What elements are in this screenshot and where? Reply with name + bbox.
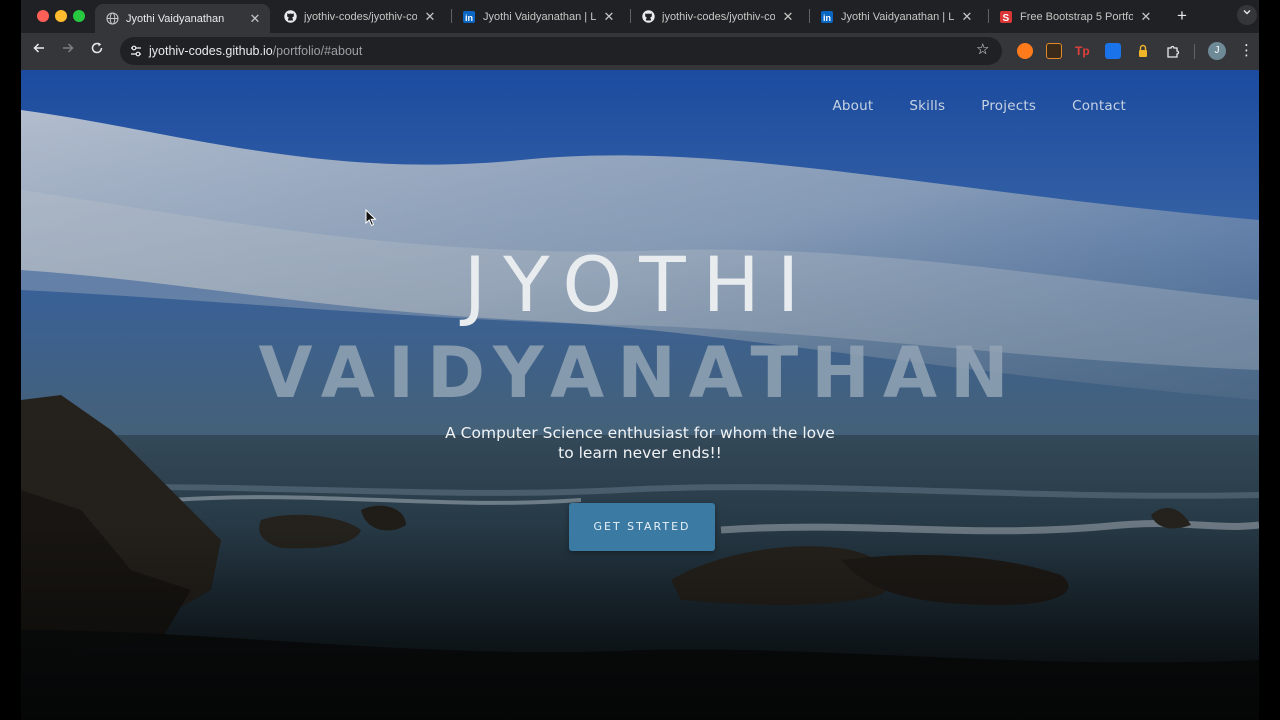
nav-link-contact[interactable]: Contact bbox=[1072, 98, 1126, 114]
more-menu-icon[interactable]: ⋮ bbox=[1239, 42, 1254, 60]
tab-title: Jyothi Vaidyanathan bbox=[126, 12, 225, 25]
mouse-cursor-icon bbox=[365, 209, 377, 227]
lock-extension-icon[interactable] bbox=[1135, 43, 1151, 59]
url-host: jyothiv-codes.github.io bbox=[149, 44, 273, 58]
close-icon[interactable]: ✕ bbox=[248, 11, 262, 26]
site-nav: About Skills Projects Contact bbox=[796, 98, 1126, 114]
tab-title: Jyothi Vaidyanathan | Link bbox=[841, 10, 954, 23]
forward-button[interactable] bbox=[58, 41, 78, 61]
toolbar-divider bbox=[1194, 44, 1195, 59]
github-icon bbox=[641, 10, 655, 24]
reload-icon bbox=[91, 42, 103, 54]
chevron-down-icon bbox=[1243, 10, 1251, 15]
hero-tagline: A Computer Science enthusiast for whom t… bbox=[445, 424, 835, 462]
window-close-button[interactable] bbox=[37, 10, 49, 22]
new-tab-button[interactable]: + bbox=[1172, 6, 1192, 26]
site-info-icon[interactable] bbox=[128, 43, 144, 59]
back-button[interactable] bbox=[29, 41, 49, 61]
tab-github-2[interactable]: jyothiv-codes/jyothiv-cod ✕ bbox=[631, 4, 803, 29]
tab-portfolio[interactable]: Jyothi Vaidyanathan ✕ bbox=[95, 4, 270, 33]
nav-link-about[interactable]: About bbox=[832, 98, 873, 114]
tab-search-button[interactable] bbox=[1237, 5, 1257, 25]
tp-extension-icon[interactable]: Tp bbox=[1075, 43, 1091, 59]
lh-extension-icon[interactable] bbox=[1046, 43, 1062, 59]
address-bar[interactable]: jyothiv-codes.github.io/portfolio/#about… bbox=[120, 37, 1002, 65]
close-icon[interactable]: ✕ bbox=[602, 9, 616, 24]
arrow-left-icon bbox=[33, 43, 44, 53]
blue-extension-icon[interactable] bbox=[1105, 43, 1121, 59]
startbootstrap-icon: S bbox=[999, 10, 1013, 24]
tab-title: Free Bootstrap 5 Portfolio bbox=[1020, 10, 1133, 23]
tab-title: jyothiv-codes/jyothiv-cod bbox=[662, 10, 775, 23]
tab-linkedin-1[interactable]: in Jyothi Vaidyanathan | Link ✕ bbox=[452, 4, 624, 29]
linkedin-icon: in bbox=[462, 10, 476, 24]
tab-title: jyothiv-codes/jyothiv-cod bbox=[304, 10, 417, 23]
bookmark-star-icon[interactable]: ☆ bbox=[976, 42, 992, 58]
puzzle-icon[interactable] bbox=[1165, 43, 1181, 59]
url-text[interactable]: jyothiv-codes.github.io/portfolio/#about bbox=[149, 44, 362, 58]
arrow-right-icon bbox=[63, 43, 74, 53]
tab-startbootstrap[interactable]: S Free Bootstrap 5 Portfolio ✕ bbox=[989, 4, 1161, 29]
tab-github-1[interactable]: jyothiv-codes/jyothiv-cod ✕ bbox=[273, 4, 445, 29]
grammarly-icon[interactable] bbox=[1017, 43, 1033, 59]
github-icon bbox=[283, 10, 297, 24]
close-icon[interactable]: ✕ bbox=[960, 9, 974, 24]
browser-toolbar: jyothiv-codes.github.io/portfolio/#about… bbox=[21, 33, 1259, 70]
close-icon[interactable]: ✕ bbox=[423, 9, 437, 24]
get-started-button[interactable]: GET STARTED bbox=[569, 503, 715, 551]
close-icon[interactable]: ✕ bbox=[1139, 9, 1153, 24]
tab-linkedin-2[interactable]: in Jyothi Vaidyanathan | Link ✕ bbox=[810, 4, 982, 29]
url-path: /portfolio/#about bbox=[272, 44, 363, 58]
tab-strip: Jyothi Vaidyanathan ✕ jyothiv-codes/jyot… bbox=[21, 0, 1259, 33]
svg-text:S: S bbox=[1003, 13, 1010, 23]
hero-first-name: JYOTHI bbox=[463, 240, 817, 329]
window-minimize-button[interactable] bbox=[55, 10, 67, 22]
tab-title: Jyothi Vaidyanathan | Link bbox=[483, 10, 596, 23]
browser-window: Jyothi Vaidyanathan ✕ jyothiv-codes/jyot… bbox=[21, 0, 1259, 720]
svg-text:in: in bbox=[465, 13, 473, 23]
hero-last-name: VAIDYANATHAN bbox=[258, 332, 1022, 414]
profile-avatar[interactable]: J bbox=[1208, 42, 1226, 60]
window-maximize-button[interactable] bbox=[73, 10, 85, 22]
reload-button[interactable] bbox=[87, 41, 107, 61]
close-icon[interactable]: ✕ bbox=[781, 9, 795, 24]
linkedin-icon: in bbox=[820, 10, 834, 24]
globe-icon bbox=[105, 12, 119, 26]
svg-text:in: in bbox=[823, 13, 831, 23]
portfolio-page: About Skills Projects Contact JYOTHI VAI… bbox=[21, 70, 1259, 720]
nav-link-skills[interactable]: Skills bbox=[909, 98, 945, 114]
nav-link-projects[interactable]: Projects bbox=[981, 98, 1036, 114]
